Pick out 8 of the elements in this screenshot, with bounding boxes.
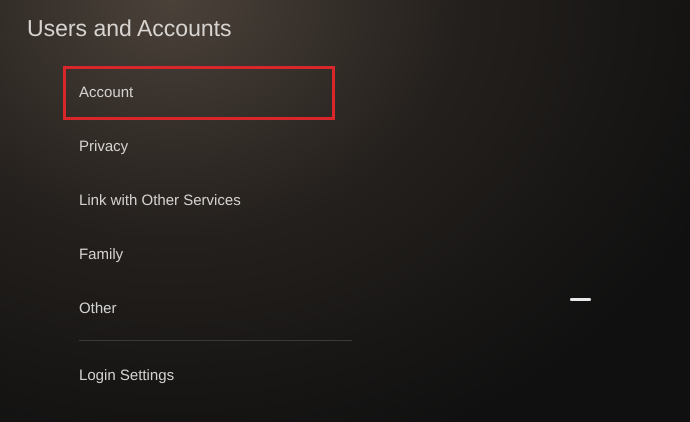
menu-item[interactable]: Login Settings	[63, 349, 352, 403]
dash-icon	[570, 298, 591, 301]
menu-item[interactable]: Account	[63, 66, 335, 120]
menu-item[interactable]: Family	[63, 228, 335, 282]
page-title: Users and Accounts	[27, 14, 233, 43]
menu-item[interactable]: Other	[63, 282, 335, 336]
menu-item[interactable]: Link with Other Services	[63, 174, 335, 228]
menu-item[interactable]: Privacy	[63, 120, 335, 174]
